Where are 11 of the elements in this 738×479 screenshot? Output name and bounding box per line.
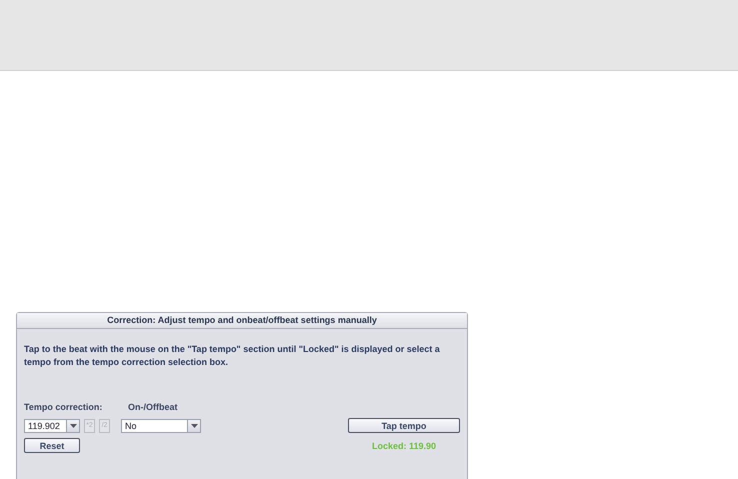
offbeat-dropdown[interactable]: No — [121, 418, 201, 432]
caret-icon — [70, 424, 76, 428]
tempo-correction-label: Tempo correction: — [24, 402, 104, 412]
tap-tempo-button[interactable]: Tap tempo — [348, 418, 460, 433]
locked-status: Locked: 119.90 — [372, 440, 436, 450]
caret-icon — [190, 424, 198, 428]
instructions-text: Tap to the beat with the mouse on the "Tap tempo" section until "Locked" is displayed or select a tempo from the tempo correction selection box. — [24, 343, 441, 369]
tempo-dropdown[interactable]: 119.902 — [24, 418, 80, 432]
reset-button[interactable]: Reset — [24, 438, 80, 453]
offbeat-label: On-/Offbeat — [128, 402, 178, 412]
panel-title: Correction: Adjust tempo and onbeat/offbeat settings manually — [17, 313, 467, 329]
